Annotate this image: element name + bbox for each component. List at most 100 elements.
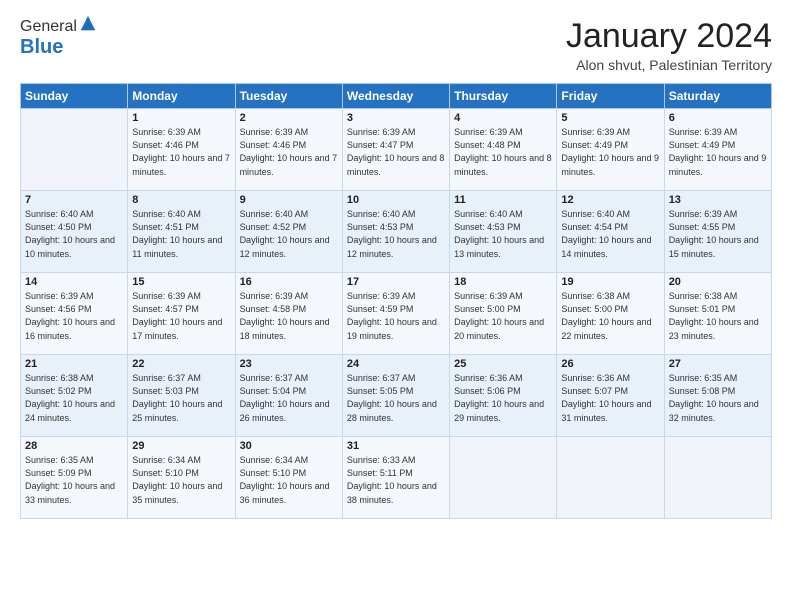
day-number: 27 (669, 358, 767, 370)
calendar-week-1: 1Sunrise: 6:39 AMSunset: 4:46 PMDaylight… (21, 109, 772, 191)
day-number: 7 (25, 194, 123, 206)
day-number: 3 (347, 112, 445, 124)
day-number: 22 (132, 358, 230, 370)
calendar-cell: 7 Sunrise: 6:40 AMSunset: 4:50 PMDaylight… (21, 191, 128, 273)
day-info: Sunrise: 6:40 AMSunset: 4:50 PMDaylight:… (25, 208, 123, 260)
logo: General Blue (20, 18, 97, 59)
calendar-cell: 3 Sunrise: 6:39 AMSunset: 4:47 PMDaylight… (342, 109, 449, 191)
day-number: 31 (347, 440, 445, 452)
day-info: Sunrise: 6:39 AMSunset: 4:49 PMDaylight:… (561, 126, 659, 178)
day-info: Sunrise: 6:37 AMSunset: 5:04 PMDaylight:… (240, 372, 338, 424)
day-number: 16 (240, 276, 338, 288)
calendar-cell (21, 109, 128, 191)
day-info: Sunrise: 6:35 AMSunset: 5:09 PMDaylight:… (25, 454, 123, 506)
calendar-cell: 13 Sunrise: 6:39 AMSunset: 4:55 PMDayligh… (664, 191, 771, 273)
calendar-week-3: 14 Sunrise: 6:39 AMSunset: 4:56 PMDayligh… (21, 273, 772, 355)
day-info: Sunrise: 6:39 AMSunset: 4:47 PMDaylight:… (347, 126, 445, 178)
calendar-cell: 5 Sunrise: 6:39 AMSunset: 4:49 PMDaylight… (557, 109, 664, 191)
day-info: Sunrise: 6:38 AMSunset: 5:00 PMDaylight:… (561, 290, 659, 342)
calendar-cell: 24Sunrise: 6:37 AMSunset: 5:05 PMDayligh… (342, 355, 449, 437)
calendar-week-5: 28 Sunrise: 6:35 AMSunset: 5:09 PMDayligh… (21, 437, 772, 519)
day-info: Sunrise: 6:38 AMSunset: 5:01 PMDaylight:… (669, 290, 767, 342)
day-number: 4 (454, 112, 552, 124)
calendar-week-2: 7 Sunrise: 6:40 AMSunset: 4:50 PMDaylight… (21, 191, 772, 273)
day-number: 2 (240, 112, 338, 124)
day-info: Sunrise: 6:39 AMSunset: 4:56 PMDaylight:… (25, 290, 123, 342)
day-number: 20 (669, 276, 767, 288)
day-number: 1 (132, 112, 230, 124)
day-info: Sunrise: 6:40 AMSunset: 4:53 PMDaylight:… (454, 208, 552, 260)
column-header-friday: Friday (557, 84, 664, 109)
day-info: Sunrise: 6:34 AMSunset: 5:10 PMDaylight:… (240, 454, 338, 506)
day-number: 21 (25, 358, 123, 370)
calendar-cell: 19 Sunrise: 6:38 AMSunset: 5:00 PMDayligh… (557, 273, 664, 355)
day-number: 29 (132, 440, 230, 452)
day-number: 25 (454, 358, 552, 370)
page: General Blue January 2024 Alon shvut, Pa… (0, 0, 792, 529)
day-info: Sunrise: 6:36 AMSunset: 5:07 PMDaylight:… (561, 372, 659, 424)
column-header-wednesday: Wednesday (342, 84, 449, 109)
calendar-cell: 11 Sunrise: 6:40 AMSunset: 4:53 PMDayligh… (450, 191, 557, 273)
day-number: 18 (454, 276, 552, 288)
day-info: Sunrise: 6:38 AMSunset: 5:02 PMDaylight:… (25, 372, 123, 424)
day-info: Sunrise: 6:40 AMSunset: 4:53 PMDaylight:… (347, 208, 445, 260)
calendar-cell: 16 Sunrise: 6:39 AMSunset: 4:58 PMDayligh… (235, 273, 342, 355)
day-number: 13 (669, 194, 767, 206)
day-info: Sunrise: 6:40 AMSunset: 4:54 PMDaylight:… (561, 208, 659, 260)
day-info: Sunrise: 6:39 AMSunset: 4:59 PMDaylight:… (347, 290, 445, 342)
day-number: 28 (25, 440, 123, 452)
calendar-week-4: 21 Sunrise: 6:38 AMSunset: 5:02 PMDayligh… (21, 355, 772, 437)
calendar-cell: 31Sunrise: 6:33 AMSunset: 5:11 PMDayligh… (342, 437, 449, 519)
day-number: 11 (454, 194, 552, 206)
day-info: Sunrise: 6:39 AMSunset: 5:00 PMDaylight:… (454, 290, 552, 342)
calendar-cell: 29 Sunrise: 6:34 AMSunset: 5:10 PMDayligh… (128, 437, 235, 519)
day-number: 30 (240, 440, 338, 452)
calendar-cell: 4 Sunrise: 6:39 AMSunset: 4:48 PMDaylight… (450, 109, 557, 191)
calendar-cell (450, 437, 557, 519)
day-number: 19 (561, 276, 659, 288)
calendar-cell: 8 Sunrise: 6:40 AMSunset: 4:51 PMDaylight… (128, 191, 235, 273)
logo-general-text: General (20, 18, 77, 36)
column-header-sunday: Sunday (21, 84, 128, 109)
day-info: Sunrise: 6:40 AMSunset: 4:52 PMDaylight:… (240, 208, 338, 260)
calendar-header-row: SundayMondayTuesdayWednesdayThursdayFrid… (21, 84, 772, 109)
day-number: 14 (25, 276, 123, 288)
calendar-cell (557, 437, 664, 519)
column-header-thursday: Thursday (450, 84, 557, 109)
day-info: Sunrise: 6:37 AMSunset: 5:05 PMDaylight:… (347, 372, 445, 424)
calendar-cell: 21 Sunrise: 6:38 AMSunset: 5:02 PMDayligh… (21, 355, 128, 437)
calendar-cell: 22 Sunrise: 6:37 AMSunset: 5:03 PMDayligh… (128, 355, 235, 437)
calendar-cell: 27Sunrise: 6:35 AMSunset: 5:08 PMDayligh… (664, 355, 771, 437)
month-title: January 2024 (566, 18, 772, 55)
day-number: 15 (132, 276, 230, 288)
calendar-cell: 15 Sunrise: 6:39 AMSunset: 4:57 PMDayligh… (128, 273, 235, 355)
day-info: Sunrise: 6:39 AMSunset: 4:55 PMDaylight:… (669, 208, 767, 260)
logo-blue-text: Blue (20, 36, 63, 58)
calendar-cell: 14 Sunrise: 6:39 AMSunset: 4:56 PMDayligh… (21, 273, 128, 355)
day-info: Sunrise: 6:40 AMSunset: 4:51 PMDaylight:… (132, 208, 230, 260)
calendar-cell: 10Sunrise: 6:40 AMSunset: 4:53 PMDayligh… (342, 191, 449, 273)
day-number: 6 (669, 112, 767, 124)
calendar-cell: 2Sunrise: 6:39 AMSunset: 4:46 PMDaylight… (235, 109, 342, 191)
calendar-cell: 23Sunrise: 6:37 AMSunset: 5:04 PMDayligh… (235, 355, 342, 437)
calendar-table: SundayMondayTuesdayWednesdayThursdayFrid… (20, 83, 772, 519)
day-number: 5 (561, 112, 659, 124)
calendar-cell: 12 Sunrise: 6:40 AMSunset: 4:54 PMDayligh… (557, 191, 664, 273)
day-number: 8 (132, 194, 230, 206)
day-info: Sunrise: 6:36 AMSunset: 5:06 PMDaylight:… (454, 372, 552, 424)
day-info: Sunrise: 6:39 AMSunset: 4:57 PMDaylight:… (132, 290, 230, 342)
calendar-cell: 28 Sunrise: 6:35 AMSunset: 5:09 PMDayligh… (21, 437, 128, 519)
day-info: Sunrise: 6:37 AMSunset: 5:03 PMDaylight:… (132, 372, 230, 424)
column-header-saturday: Saturday (664, 84, 771, 109)
day-number: 12 (561, 194, 659, 206)
calendar-cell: 6Sunrise: 6:39 AMSunset: 4:49 PMDaylight… (664, 109, 771, 191)
location-subtitle: Alon shvut, Palestinian Territory (566, 57, 772, 73)
column-header-tuesday: Tuesday (235, 84, 342, 109)
calendar-cell: 26Sunrise: 6:36 AMSunset: 5:07 PMDayligh… (557, 355, 664, 437)
day-info: Sunrise: 6:39 AMSunset: 4:58 PMDaylight:… (240, 290, 338, 342)
calendar-cell: 30 Sunrise: 6:34 AMSunset: 5:10 PMDayligh… (235, 437, 342, 519)
calendar-cell: 18 Sunrise: 6:39 AMSunset: 5:00 PMDayligh… (450, 273, 557, 355)
day-info: Sunrise: 6:34 AMSunset: 5:10 PMDaylight:… (132, 454, 230, 506)
calendar-cell: 1Sunrise: 6:39 AMSunset: 4:46 PMDaylight… (128, 109, 235, 191)
day-info: Sunrise: 6:39 AMSunset: 4:48 PMDaylight:… (454, 126, 552, 178)
